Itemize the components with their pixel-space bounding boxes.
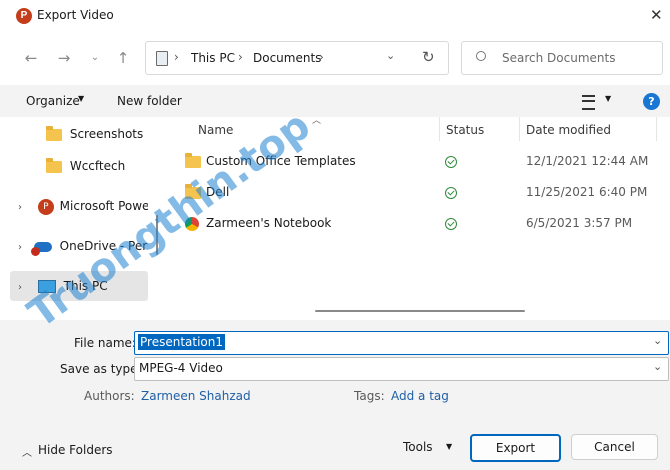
file-date: 12/1/2021 12:44 AM [526,154,649,168]
view-options-icon[interactable] [582,95,595,110]
cancel-button[interactable]: Cancel [571,434,658,460]
navigation-pane: Screenshots Wccftech › P Microsoft Power… [10,117,148,304]
folder-icon [185,152,201,168]
status-synced-icon [445,177,457,207]
file-row[interactable]: Dell 11/25/2021 6:40 PM [185,177,655,207]
column-header-date-modified[interactable]: Date modified [526,123,611,137]
save-as-type-select[interactable]: MPEG-4 Video ⌄ [134,357,669,381]
column-header-name[interactable]: Name [198,123,233,137]
nav-item-screenshots[interactable]: Screenshots [10,119,148,149]
authors-label: Authors: [84,389,135,403]
add-tag-link[interactable]: Add a tag [391,389,449,403]
monitor-icon [37,280,56,293]
file-name-label: File name: [74,336,136,350]
file-date: 6/5/2021 3:57 PM [526,216,633,230]
search-box[interactable]: Search Documents [461,41,663,75]
sort-ascending-icon: ︿ [312,116,322,126]
folder-icon [185,183,201,199]
back-arrow-icon[interactable]: ← [20,46,42,70]
command-bar: Organize ▼ New folder ▼ ? [0,85,670,117]
chevron-down-icon[interactable]: ⌄ [653,360,662,373]
pc-icon [156,51,168,66]
file-name: Zarmeen's Notebook [206,216,332,230]
refresh-icon[interactable]: ↻ [422,48,435,66]
new-folder-button[interactable]: New folder [117,94,182,108]
file-row[interactable]: Custom Office Templates 12/1/2021 12:44 … [185,146,655,176]
search-input[interactable]: Search Documents [502,51,615,65]
close-icon[interactable]: ✕ [650,6,663,24]
onedrive-cloud-icon [30,241,52,256]
help-icon[interactable]: ? [643,93,660,110]
organize-button[interactable]: Organize [26,94,80,108]
save-options-panel: File name: Presentation1 ⌄ Save as type:… [0,320,670,470]
chevron-down-icon[interactable]: ⌄ [386,49,395,62]
column-header-status[interactable]: Status [446,123,484,137]
status-synced-icon [445,208,457,238]
nav-item-label: Microsoft Power [59,199,148,213]
file-row[interactable]: Zarmeen's Notebook 6/5/2021 3:57 PM [185,208,655,238]
nav-item-label: This PC [63,279,108,293]
nav-item-wccftech[interactable]: Wccftech [10,151,148,181]
hide-folders-button[interactable]: Hide Folders [38,443,113,457]
nav-item-label: Wccftech [69,159,126,173]
file-name-field[interactable]: Presentation1 ⌄ [134,331,669,355]
powerpoint-icon: P [37,198,54,215]
breadcrumb-documents[interactable]: Documents [253,51,321,65]
powerpoint-icon: P [16,8,32,24]
organize-dropdown-icon[interactable]: ▼ [78,94,84,103]
title-bar: P Export Video ✕ [0,0,670,34]
window-title: Export Video [37,8,114,22]
column-divider [656,117,657,141]
folder-icon [46,125,62,141]
chevron-down-icon[interactable]: ⌄ [653,334,662,347]
save-as-type-label: Save as type: [60,362,142,376]
authors-value[interactable]: Zarmeen Shahzad [141,389,251,403]
view-dropdown-icon[interactable]: ▼ [605,94,611,103]
status-synced-icon [445,146,457,176]
file-name-input[interactable]: Presentation1 [138,334,225,350]
chevron-right-icon: › [238,50,243,64]
chevron-right-icon[interactable]: › [319,50,324,64]
tools-dropdown-icon[interactable]: ▼ [446,442,452,451]
nav-item-this-pc[interactable]: › This PC [10,271,148,301]
export-button[interactable]: Export [470,434,561,462]
breadcrumb-this-pc[interactable]: This PC [191,51,235,65]
tags-label: Tags: [354,389,385,403]
recent-locations-chevron-icon[interactable]: ⌄ [84,46,106,70]
chevron-right-icon[interactable]: › [18,273,30,303]
file-name: Custom Office Templates [206,154,356,168]
file-date: 11/25/2021 6:40 PM [526,185,648,199]
nav-item-label: OneDrive - Perso [59,239,148,253]
nav-item-label: Screenshots [69,127,144,141]
address-bar[interactable]: › This PC › Documents › ⌄ ↻ [145,41,449,75]
chevron-right-icon[interactable]: › [18,233,30,263]
folder-icon [46,157,62,173]
file-list-scrollbar[interactable] [315,310,525,312]
chevron-right-icon[interactable]: › [18,193,30,223]
forward-arrow-icon[interactable]: → [53,46,75,70]
chevron-up-icon[interactable]: ︿ [22,444,32,459]
nav-pane-scrollbar[interactable] [154,117,160,304]
up-arrow-icon[interactable]: ↑ [112,46,134,70]
column-divider [519,117,520,141]
shortcut-icon [185,216,199,231]
file-list: ︿ Name Status Date modified Custom Offic… [165,116,670,312]
column-divider [439,117,440,141]
nav-item-microsoft-powerpoint[interactable]: › P Microsoft Power [10,191,148,221]
error-badge-icon [30,246,40,256]
search-icon [476,51,486,61]
save-as-type-value: MPEG-4 Video [139,361,223,375]
nav-item-onedrive[interactable]: › OneDrive - Perso [10,231,148,261]
file-name: Dell [206,185,230,199]
chevron-right-icon: › [174,50,179,64]
tools-button[interactable]: Tools [403,440,433,454]
